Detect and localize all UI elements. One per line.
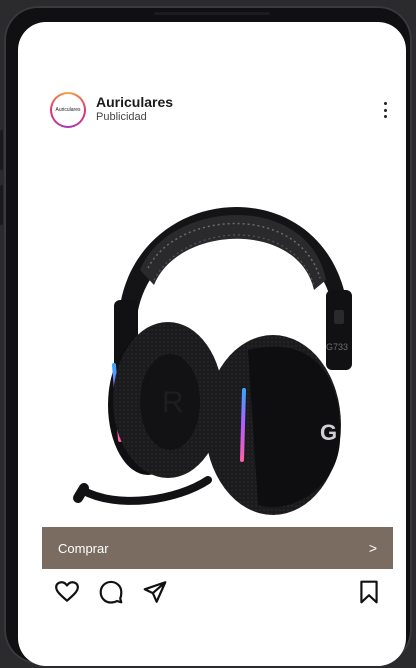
avatar-label: Auriculares (52, 94, 84, 126)
more-vertical-icon[interactable] (380, 100, 390, 120)
phone-screen: Auriculares Auriculares Publicidad R G G… (18, 22, 406, 666)
avatar[interactable]: Auriculares (50, 92, 86, 128)
post-header: Auriculares Auriculares Publicidad (50, 92, 394, 132)
volume-button (0, 130, 3, 170)
phone-frame: Auriculares Auriculares Publicidad R G G… (4, 6, 412, 666)
svg-text:R: R (162, 386, 184, 419)
sponsored-label: Publicidad (96, 111, 147, 123)
buy-button-label: Comprar (58, 540, 109, 556)
chevron-right-icon: > (368, 540, 377, 556)
account-name[interactable]: Auriculares (96, 94, 173, 110)
send-icon[interactable] (142, 579, 168, 605)
comment-icon[interactable] (98, 579, 124, 605)
volume-button (0, 185, 3, 225)
model-label: G733 (326, 342, 348, 352)
speaker-line (154, 12, 270, 15)
buy-button[interactable]: Comprar > (42, 527, 393, 569)
bookmark-icon[interactable] (356, 579, 382, 605)
headset-product-image: R G G733 (73, 207, 352, 515)
svg-text:G: G (320, 420, 337, 445)
heart-icon[interactable] (54, 579, 80, 605)
post-actions (54, 579, 388, 605)
